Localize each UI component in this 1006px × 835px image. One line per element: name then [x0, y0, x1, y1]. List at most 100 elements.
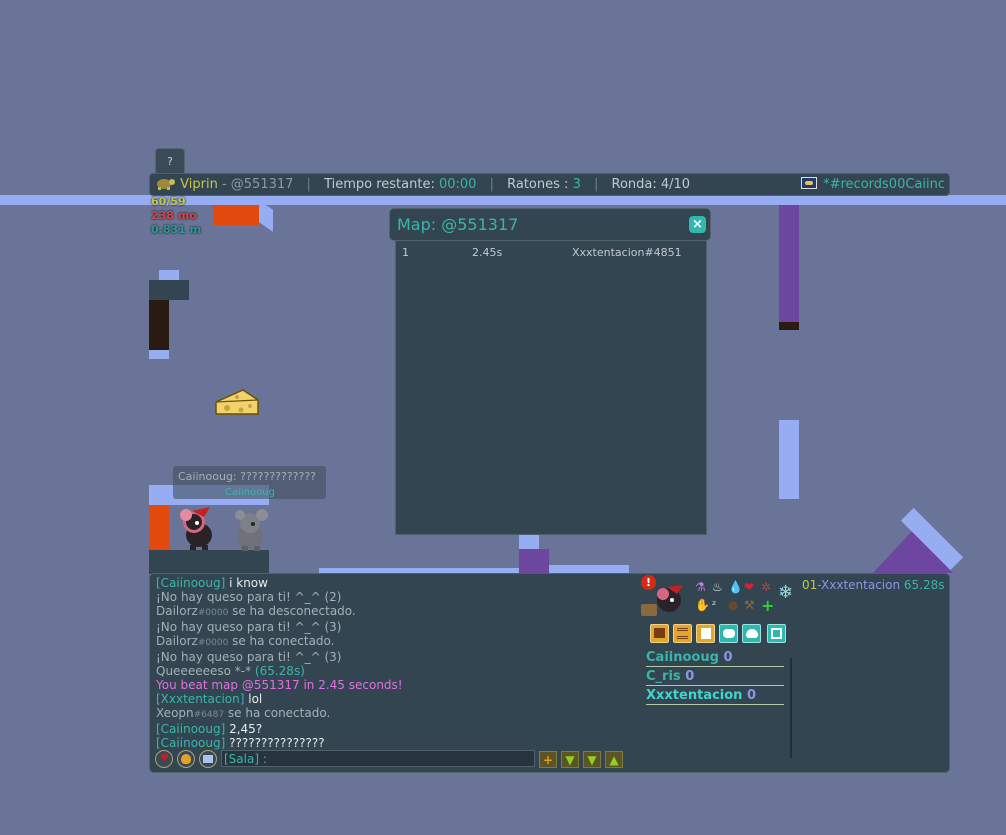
heart-button[interactable]: ♥: [155, 750, 173, 768]
chat-text: 2,45?: [229, 722, 263, 736]
room-name[interactable]: *#records00Caiinc: [801, 174, 945, 195]
fullscreen-button[interactable]: [767, 624, 786, 643]
player-score: 0: [685, 669, 695, 684]
purple-pillar: [779, 205, 799, 322]
chat-text: se ha desconectado.: [228, 604, 356, 618]
flag-icon: [801, 177, 818, 189]
chat-button[interactable]: [719, 624, 738, 643]
shop-button[interactable]: [696, 624, 715, 643]
map-code: - @551317: [221, 177, 294, 192]
time-label: Tiempo restante:: [324, 177, 435, 192]
player-row[interactable]: Caiinooug 0: [646, 650, 784, 667]
bubble-text: Caiinooug: ?????????????: [178, 470, 317, 483]
center-purple-block: [519, 549, 549, 573]
mice-label: Ratones :: [507, 177, 569, 192]
chat-text: ???????????????: [229, 736, 325, 750]
crystal-icon[interactable]: ❄: [778, 582, 793, 603]
close-button[interactable]: ×: [689, 216, 706, 233]
leaderboard-rank: 1: [402, 246, 409, 259]
chat-text: ¡No hay queso para ti! ^_^ (2): [156, 590, 342, 604]
chat-line: ¡No hay queso para ti! ^_^ (3): [156, 620, 403, 634]
profile-avatar[interactable]: [653, 582, 687, 620]
mouse-avatar-dark[interactable]: [178, 505, 220, 555]
player-stats: 60/59 238 mo 0.831 m: [151, 195, 201, 237]
chat-line: [Xxxtentacion] lol: [156, 692, 403, 706]
chat-text: i know: [229, 576, 268, 590]
star-icon[interactable]: ✲: [761, 580, 771, 594]
chat-text: ¡No hay queso para ti! ^_^ (3): [156, 620, 342, 634]
chat-text: [Caiinooug]: [156, 736, 230, 750]
turtle-icon: [154, 177, 180, 192]
chat-line: ¡No hay queso para ti! ^_^ (2): [156, 590, 403, 604]
bubble-player-name: Caiinooug: [225, 487, 275, 498]
chat-line: You beat map @551317 in 2.45 seconds!: [156, 678, 403, 692]
tool-icon[interactable]: ⚒: [744, 598, 755, 612]
time-value: 00:00: [438, 177, 477, 192]
chat-bubble-icon: [723, 629, 735, 638]
player-row[interactable]: C_ris 0: [646, 669, 784, 686]
player-tag: #0000: [197, 638, 229, 648]
chat-text: Queeeeeeso *-*: [156, 664, 255, 678]
chat-log[interactable]: [Caiinooug] i know ¡No hay queso para ti!…: [156, 576, 403, 750]
seed-icon[interactable]: ●: [728, 598, 738, 612]
help-tab[interactable]: ?: [155, 148, 185, 173]
chat-text: [Caiinooug]: [156, 722, 230, 736]
bowl-icon[interactable]: ♨: [712, 580, 723, 594]
leaderboard-time: 2.45s: [472, 246, 503, 259]
list-button[interactable]: [673, 624, 692, 643]
dark-brown-wall: [149, 300, 169, 350]
chat-text: You beat map @551317 in 2.45 seconds!: [156, 678, 403, 692]
fullscreen-icon: [771, 628, 782, 639]
chat-line: ¡No hay queso para ti! ^_^ (3): [156, 650, 403, 664]
player-row[interactable]: Xxxtentacion 0: [646, 688, 784, 705]
plus-icon[interactable]: +: [761, 596, 774, 615]
small-blue-block: [159, 270, 179, 280]
water-drop-icon[interactable]: 💧: [728, 580, 743, 594]
mice-count: 3: [572, 177, 581, 192]
cheese-icon: [213, 388, 261, 422]
tribe-button[interactable]: [199, 750, 217, 768]
chat-text: Dailorz: [156, 634, 198, 648]
map-leaderboard-title: Map: @551317: [397, 215, 519, 234]
player-list-scrollbar[interactable]: [790, 658, 792, 758]
chat-text: ¡No hay queso para ti! ^_^ (3): [156, 650, 342, 664]
round-label: Ronda: 4/10: [611, 177, 691, 192]
potion-icon[interactable]: ⚗: [695, 580, 706, 594]
player-name: Caiinooug: [646, 650, 719, 665]
add-button[interactable]: +: [539, 751, 557, 768]
home-button[interactable]: [650, 624, 669, 643]
stat-line-2: 238 mo: [151, 209, 197, 222]
dark-grey-block: [149, 280, 189, 300]
player-tag: #0000: [197, 608, 229, 618]
heart-icon[interactable]: ❤: [744, 580, 754, 594]
map-leaderboard-panel: 1 2.45s Xxxtentacion#4851: [395, 240, 707, 535]
spawn-orange-wall: [149, 505, 169, 550]
shield-icon: [181, 754, 191, 764]
pillar-base: [779, 322, 799, 330]
top-info-bar: Viprin - @551317 | Tiempo restante: 00:0…: [149, 173, 950, 196]
discord-icon: [746, 629, 758, 638]
chat-line: Xeopn#6487 se ha conectado.: [156, 706, 403, 722]
map-author[interactable]: Viprin: [180, 177, 218, 192]
chat-line: [Caiinooug] 2,45?: [156, 722, 403, 736]
chat-text: se ha conectado.: [228, 634, 335, 648]
arrow-down-double-icon[interactable]: ▼: [583, 751, 601, 768]
shirt-icon: [701, 628, 711, 639]
sleep-icon[interactable]: ᶻ: [712, 598, 716, 612]
player-name: C_ris: [646, 669, 681, 684]
heart-icon: ♥: [160, 753, 169, 764]
blue-pillar-right: [779, 420, 799, 499]
chat-input[interactable]: [Sala] :: [221, 750, 535, 767]
arrow-up-icon[interactable]: ▲: [605, 751, 623, 768]
discord-button[interactable]: [742, 624, 761, 643]
leaderboard-player[interactable]: Xxxtentacion#4851: [572, 246, 682, 259]
shaman-button[interactable]: [177, 750, 195, 768]
stat-line-1: 60/59: [151, 195, 186, 208]
paw-icon[interactable]: ✋: [695, 598, 710, 612]
player-tag: #6487: [193, 710, 225, 720]
chat-text: Xeopn: [156, 706, 194, 720]
mouse-avatar-grey[interactable]: [228, 506, 272, 556]
chat-line: [Caiinooug] ???????????????: [156, 736, 403, 750]
arrow-down-icon[interactable]: ▼: [561, 751, 579, 768]
player-score: 0: [723, 650, 733, 665]
